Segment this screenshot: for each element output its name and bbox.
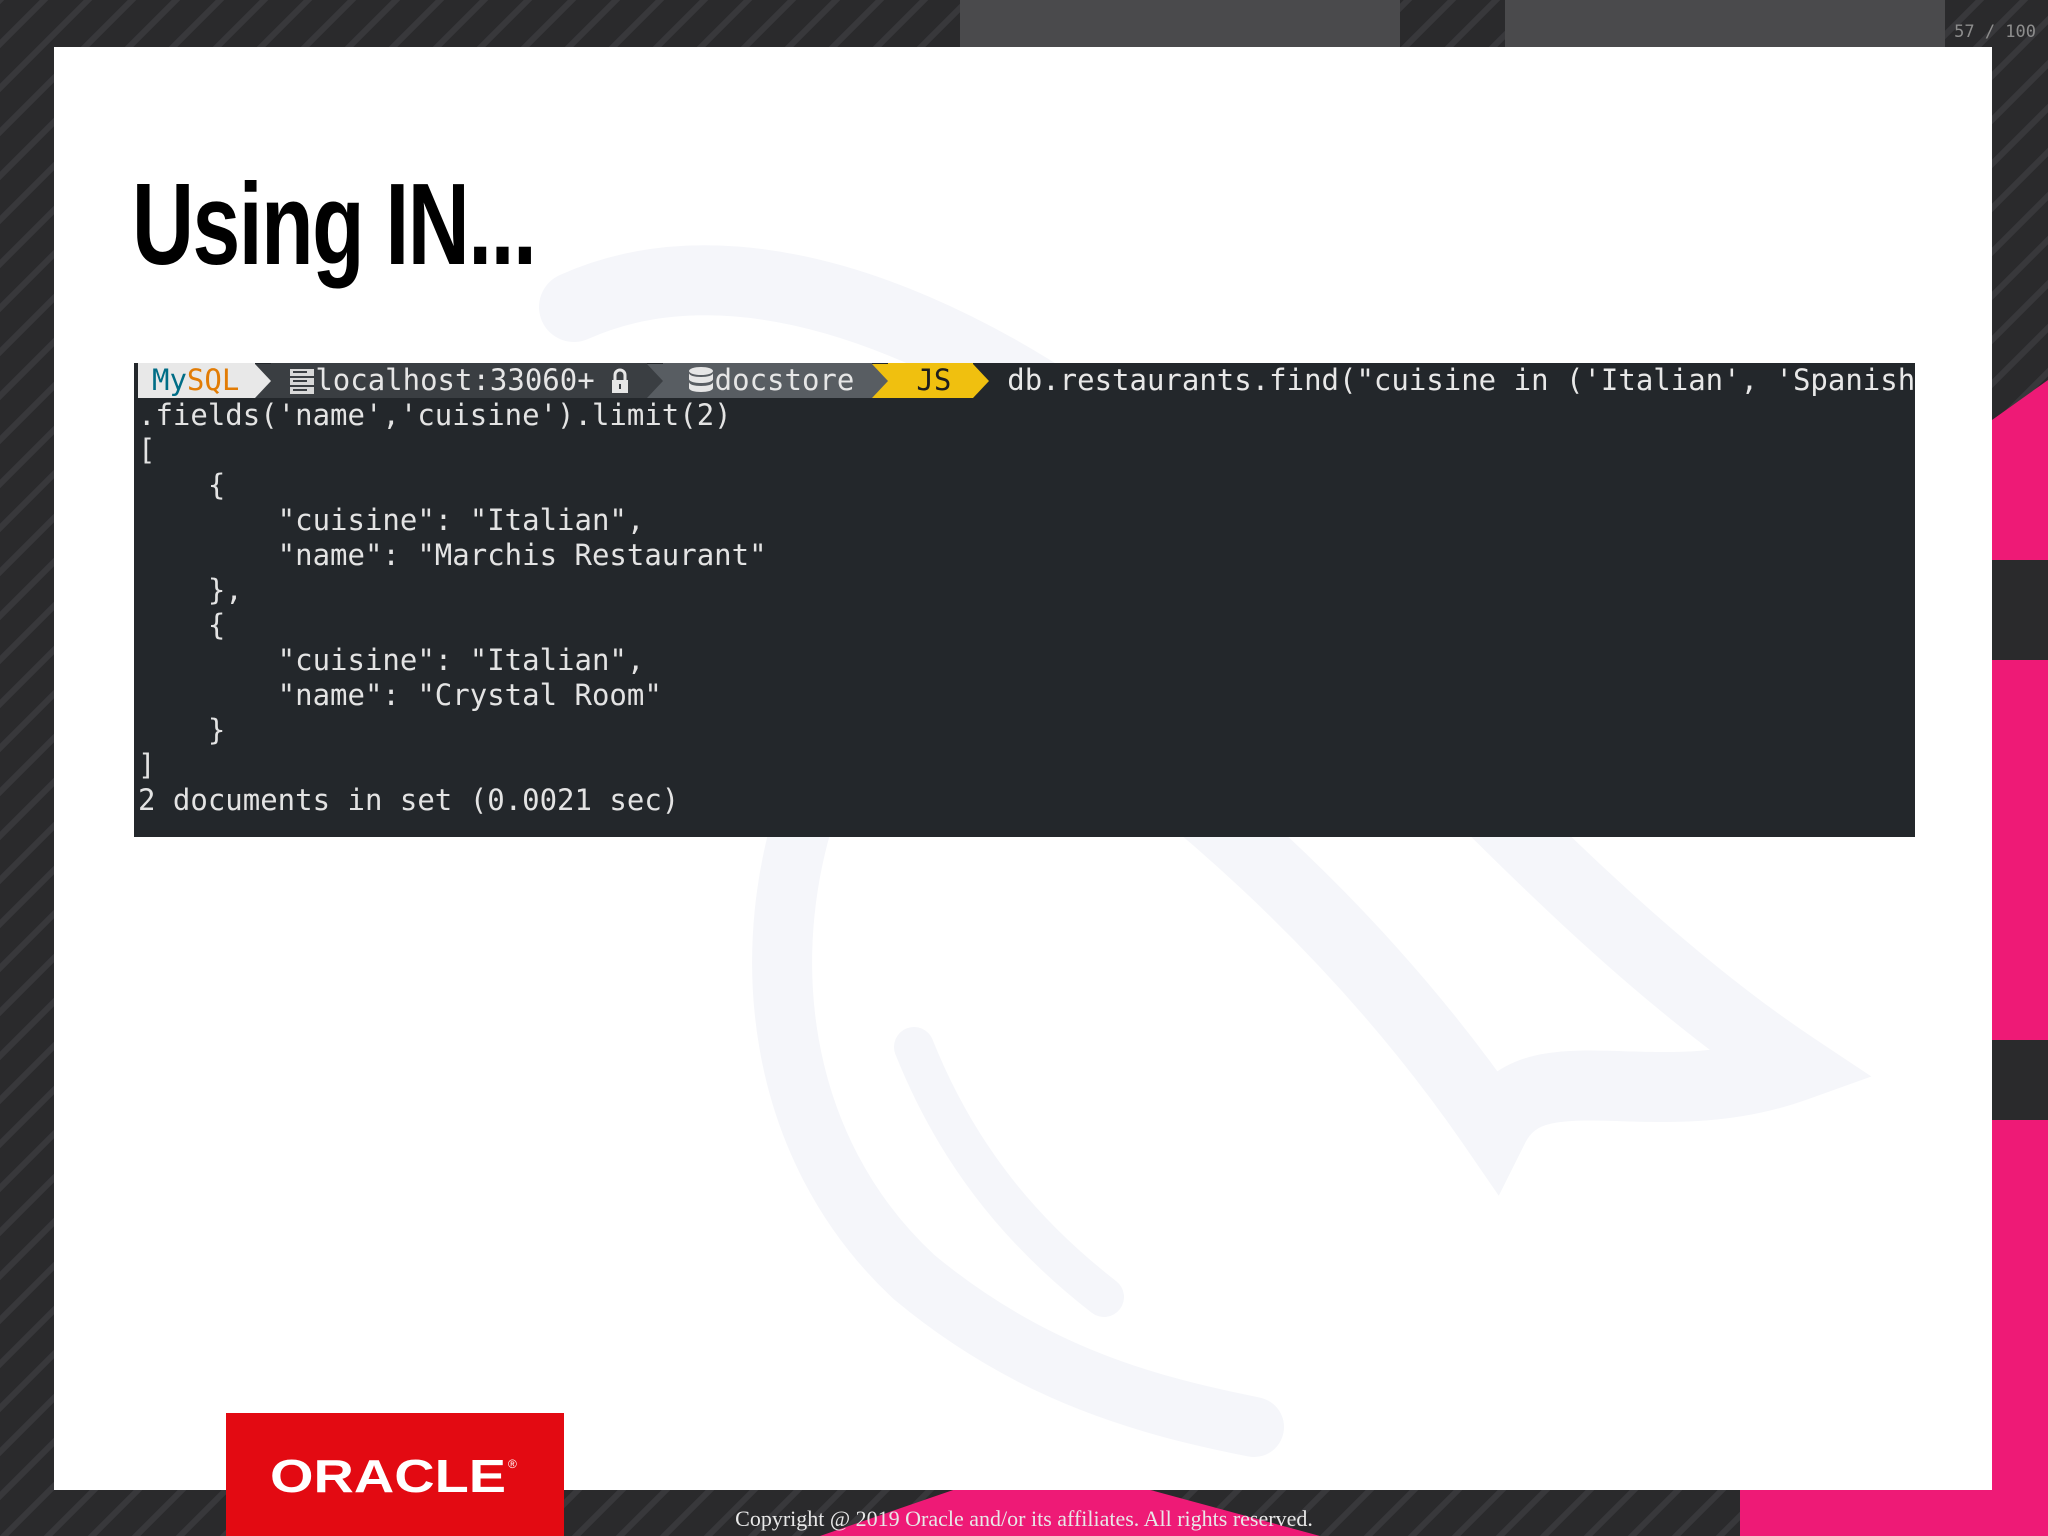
prompt-host: localhost:33060+ — [315, 363, 595, 397]
prompt-mode: JS — [888, 363, 974, 398]
prompt-schema: docstore — [714, 363, 855, 397]
shell-prompt: My SQL localhost:33060+ docstore JS db.r… — [138, 363, 1915, 398]
terminal-line: { — [138, 608, 226, 642]
prompt-host-segment: localhost:33060+ — [271, 363, 647, 398]
database-icon — [688, 366, 713, 392]
oracle-logo-wordmark: ORACLE ® — [270, 1450, 517, 1500]
slide-title: Using IN... — [132, 159, 537, 289]
lock-icon — [611, 368, 628, 393]
page-counter: 57 / 100 — [1954, 22, 2036, 42]
prompt-brand: My SQL — [138, 363, 256, 398]
prompt-separator — [973, 363, 990, 398]
terminal-line: } — [138, 713, 226, 747]
terminal-line: ] — [138, 748, 156, 782]
terminal-line: "cuisine": "Italian", — [138, 503, 645, 537]
prompt-separator — [646, 363, 663, 398]
terminal-line: "cuisine": "Italian", — [138, 643, 645, 677]
svg-text:®: ® — [508, 1457, 517, 1471]
prompt-separator — [872, 363, 889, 398]
terminal-line: { — [138, 468, 226, 502]
prompt-separator — [255, 363, 272, 398]
terminal-line: 2 documents in set (0.0021 sec) — [138, 783, 680, 817]
terminal-line: .fields('name','cuisine').limit(2) — [138, 398, 732, 432]
copyright-notice: Copyright @ 2019 Oracle and/or its affil… — [735, 1506, 1313, 1531]
prompt-brand-my: My — [152, 363, 187, 397]
prompt-schema-segment: docstore — [662, 363, 873, 398]
terminal-line: }, — [138, 573, 243, 607]
server-icon — [290, 368, 315, 394]
terminal-output: My SQL localhost:33060+ docstore JS db.r… — [134, 363, 1915, 837]
svg-text:ORACLE: ORACLE — [270, 1450, 506, 1500]
prompt-command: db.restaurants.find("cuisine in ('Italia… — [1007, 363, 1915, 397]
terminal-line: "name": "Marchis Restaurant" — [138, 538, 767, 572]
slide: Using IN... My SQL localhost:33060+ docs… — [54, 47, 1992, 1490]
terminal-line: "name": "Crystal Room" — [138, 678, 662, 712]
prompt-brand-sql: SQL — [186, 363, 240, 397]
terminal-line: [ — [138, 433, 156, 467]
